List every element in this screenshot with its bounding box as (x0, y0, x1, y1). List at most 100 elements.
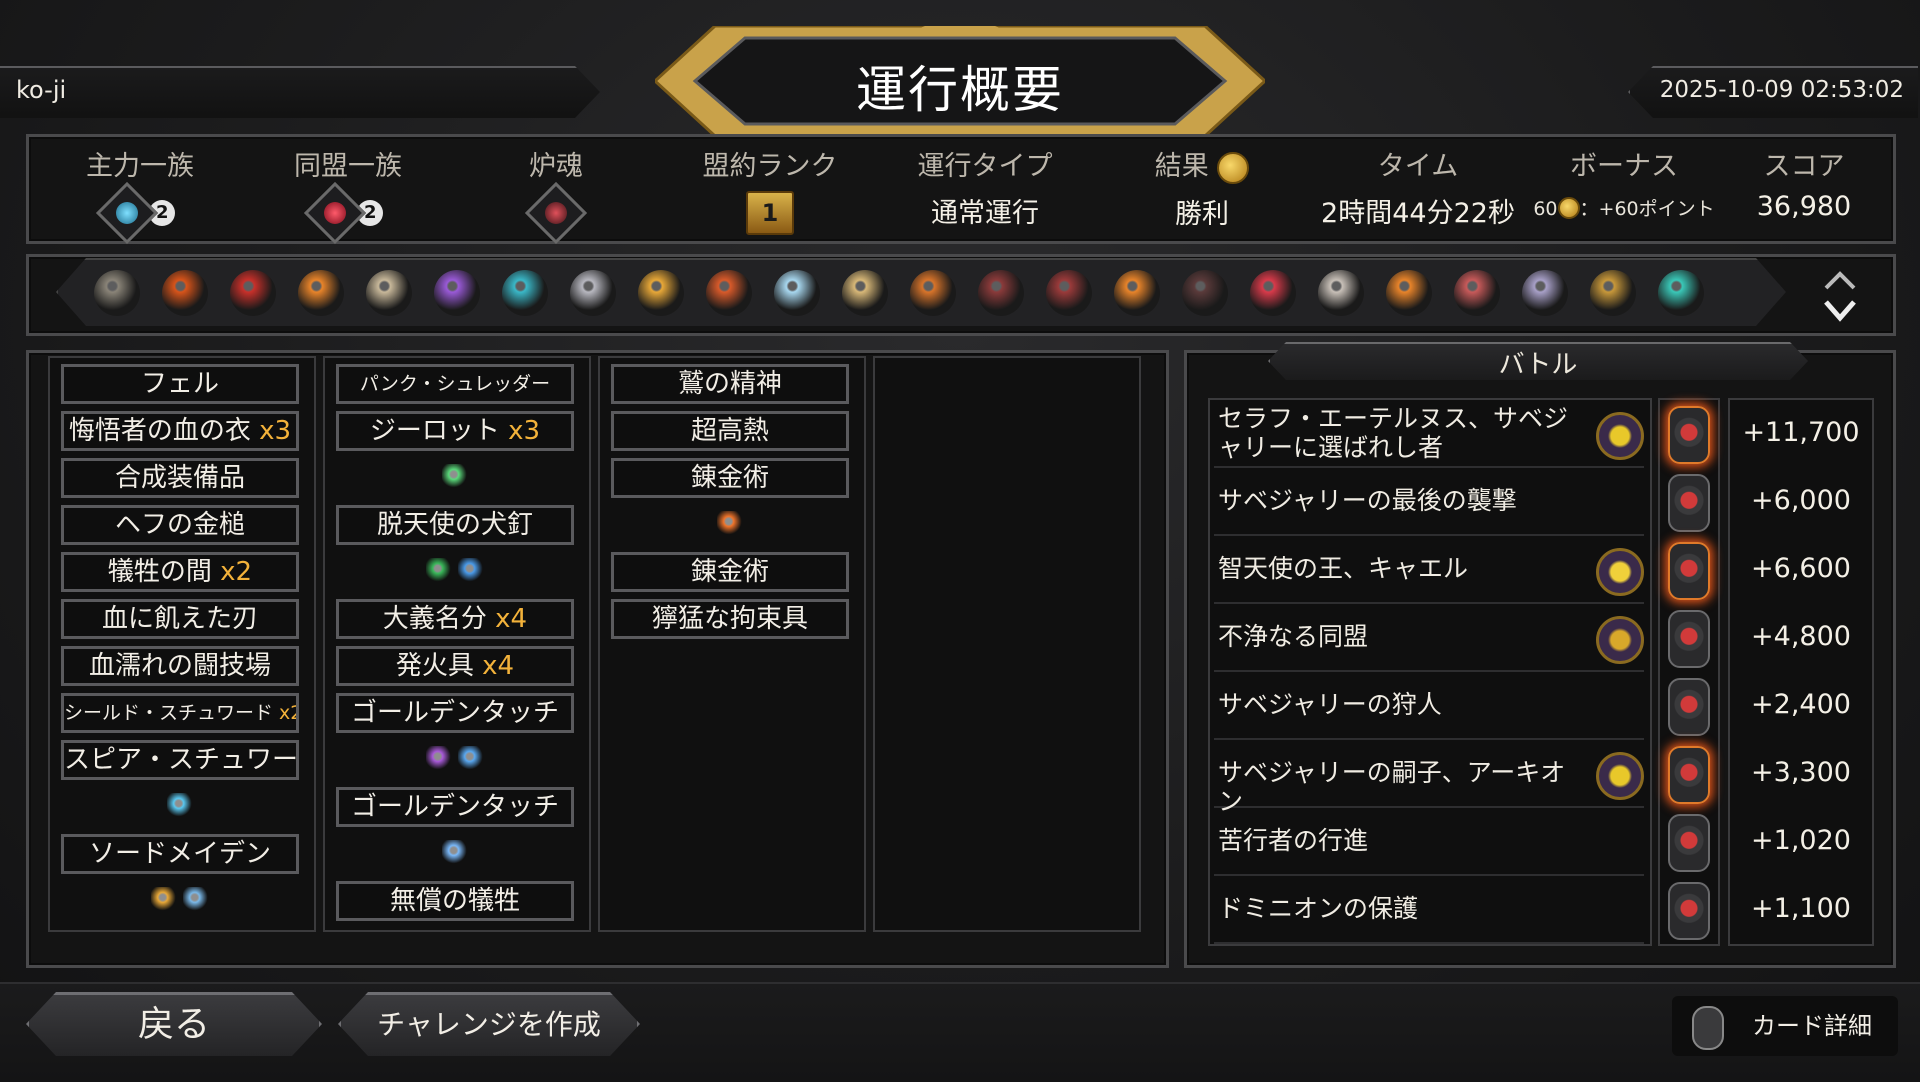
deck-card[interactable]: 超高熱 (611, 411, 849, 451)
battle-row[interactable]: ドミニオンの保護 (1214, 876, 1644, 944)
deck-card[interactable]: スピア・スチュワード (61, 740, 299, 780)
deck-card[interactable]: 無償の犠牲 (336, 881, 574, 921)
battle-name: 不浄なる同盟 (1218, 622, 1369, 651)
stat-score: スコア 36,980 (1714, 144, 1894, 222)
blue-star-icon[interactable] (458, 746, 484, 772)
ember-orb-icon[interactable] (162, 270, 208, 316)
deck-card[interactable]: パンク・シュレッダー (336, 364, 574, 404)
result-medal-icon (1217, 151, 1250, 184)
crossed-swords-icon[interactable] (183, 887, 209, 913)
flame-card-icon[interactable] (298, 270, 344, 316)
teal-wings-icon[interactable] (502, 270, 548, 316)
upgrade-icons (336, 460, 574, 496)
page-title: 運行概要 (856, 61, 1064, 119)
fang-maw-icon[interactable] (1454, 270, 1500, 316)
treasure-chest-icon[interactable] (978, 270, 1024, 316)
stat-time: タイム 2時間44分22秒 (1321, 144, 1515, 230)
card-name: ゴールデンタッチ (350, 698, 559, 728)
upgrade-icons (336, 554, 574, 590)
feather-icon[interactable] (1318, 270, 1364, 316)
card-name: 脱天使の犬釘 (376, 510, 533, 540)
upgrade-icons (61, 789, 299, 825)
ice-shard-icon[interactable] (167, 793, 193, 819)
battle-row[interactable]: 苦行者の行進 (1214, 808, 1644, 876)
deck-card[interactable]: フェル (61, 364, 299, 404)
lantern-icon[interactable] (842, 270, 888, 316)
scroll-icon[interactable] (1522, 270, 1568, 316)
blue-cube-icon[interactable] (458, 558, 484, 584)
demon-mask-icon[interactable] (706, 270, 752, 316)
run-type-value: 通常運行 (931, 198, 1039, 229)
battle-name: ドミニオンの保護 (1218, 894, 1419, 923)
covenant-book-icon: 1 (746, 191, 794, 235)
deck-card[interactable]: 錬金術 (611, 552, 849, 592)
amber-ring-icon[interactable] (1590, 270, 1636, 316)
pyre-heart-icon[interactable] (524, 181, 588, 245)
fire-icon[interactable] (717, 511, 743, 537)
deck-card[interactable]: 大義名分 x4 (336, 599, 574, 639)
battle-row[interactable]: 不浄なる同盟 (1214, 604, 1644, 672)
stat-result: 結果 勝利 (1112, 144, 1292, 231)
create-challenge-button[interactable]: チャレンジを作成 (338, 992, 640, 1062)
blue-spark-icon[interactable] (442, 840, 468, 866)
battle-row[interactable]: サベジャリーの狩人 (1214, 672, 1644, 740)
purple-flame-icon[interactable] (426, 746, 452, 772)
stat-run-type: 運行タイプ 通常運行 (895, 144, 1075, 230)
deck-card[interactable]: シールド・スチュワード x2 (61, 693, 299, 733)
pyre-rune-icon (1668, 474, 1710, 532)
flame-card-icon[interactable] (1114, 270, 1160, 316)
scroll-arrows[interactable] (1820, 266, 1860, 326)
violet-crystal-icon[interactable] (434, 270, 480, 316)
crimson-bird-icon[interactable] (230, 270, 276, 316)
card-count: x3 (250, 416, 292, 446)
card-name: 超高熱 (690, 416, 769, 446)
blood-dagger-icon[interactable] (1250, 270, 1296, 316)
card-name: 錬金術 (690, 463, 769, 493)
battle-score-column (1728, 398, 1874, 946)
deck-card[interactable]: 脱天使の犬釘 (336, 505, 574, 545)
deck-card[interactable]: 鷲の精神 (611, 364, 849, 404)
card-name: 血濡れの闘技場 (88, 651, 271, 681)
battle-row[interactable]: サベジャリーの嗣子、アーキオン (1214, 740, 1644, 816)
deck-card[interactable]: 錬金術 (611, 458, 849, 498)
stat-bonus: ボーナス 60 ：+60ポイント (1533, 144, 1715, 222)
deck-card[interactable]: 獰猛な拘束具 (611, 599, 849, 639)
deck-card[interactable]: ゴールデンタッチ (336, 693, 574, 733)
deck-card[interactable]: ゴールデンタッチ (336, 787, 574, 827)
battle-row[interactable]: 智天使の王、キャエル (1214, 536, 1644, 604)
ghost-icon[interactable] (570, 270, 616, 316)
potion-icon[interactable] (1046, 270, 1092, 316)
dark-spider-icon[interactable] (1182, 270, 1228, 316)
deck-card[interactable]: 悔悟者の血の衣 x3 (61, 411, 299, 451)
back-button[interactable]: 戻る (26, 992, 322, 1062)
serpent-ring-icon[interactable] (910, 270, 956, 316)
card-name: ソードメイデン (88, 839, 271, 869)
flame-claw-icon[interactable] (1386, 270, 1432, 316)
ice-shard-icon[interactable] (774, 270, 820, 316)
stone-relic-icon[interactable] (94, 270, 140, 316)
battle-row[interactable]: サベジャリーの最後の襲撃 (1214, 468, 1644, 536)
deck-card[interactable]: ソードメイデン (61, 834, 299, 874)
deck-card[interactable]: ジーロット x3 (336, 411, 574, 451)
battle-score: +4,800 (1751, 621, 1851, 652)
green-crystal-icon[interactable] (442, 464, 468, 490)
bonus-value: ：+60ポイント (1579, 198, 1715, 220)
skull-bird-icon[interactable] (366, 270, 412, 316)
battle-score: +1,100 (1751, 893, 1851, 924)
green-eye-icon[interactable] (426, 558, 452, 584)
teal-emblem-icon[interactable] (1658, 270, 1704, 316)
deck-card[interactable]: 発火具 x4 (336, 646, 574, 686)
pyre-rune-icon (1668, 814, 1710, 872)
deck-card[interactable]: ヘフの金槌 (61, 505, 299, 545)
deck-card[interactable]: 血濡れの闘技場 (61, 646, 299, 686)
deck-card[interactable]: 犠牲の間 x2 (61, 552, 299, 592)
card-name: ジーロット (369, 416, 500, 446)
card-name: 無償の犠牲 (389, 886, 520, 916)
upgrade-icons (336, 836, 574, 872)
deck-card[interactable]: 合成装備品 (61, 458, 299, 498)
battle-row[interactable]: セラフ・エーテルヌス、サベジャリーに選ばれし者 (1214, 400, 1644, 468)
deck-card[interactable]: 血に飢えた刃 (61, 599, 299, 639)
boot-icon[interactable] (151, 887, 177, 913)
time-value: 2時間44分22秒 (1321, 198, 1515, 229)
sun-orb-icon[interactable] (638, 270, 684, 316)
